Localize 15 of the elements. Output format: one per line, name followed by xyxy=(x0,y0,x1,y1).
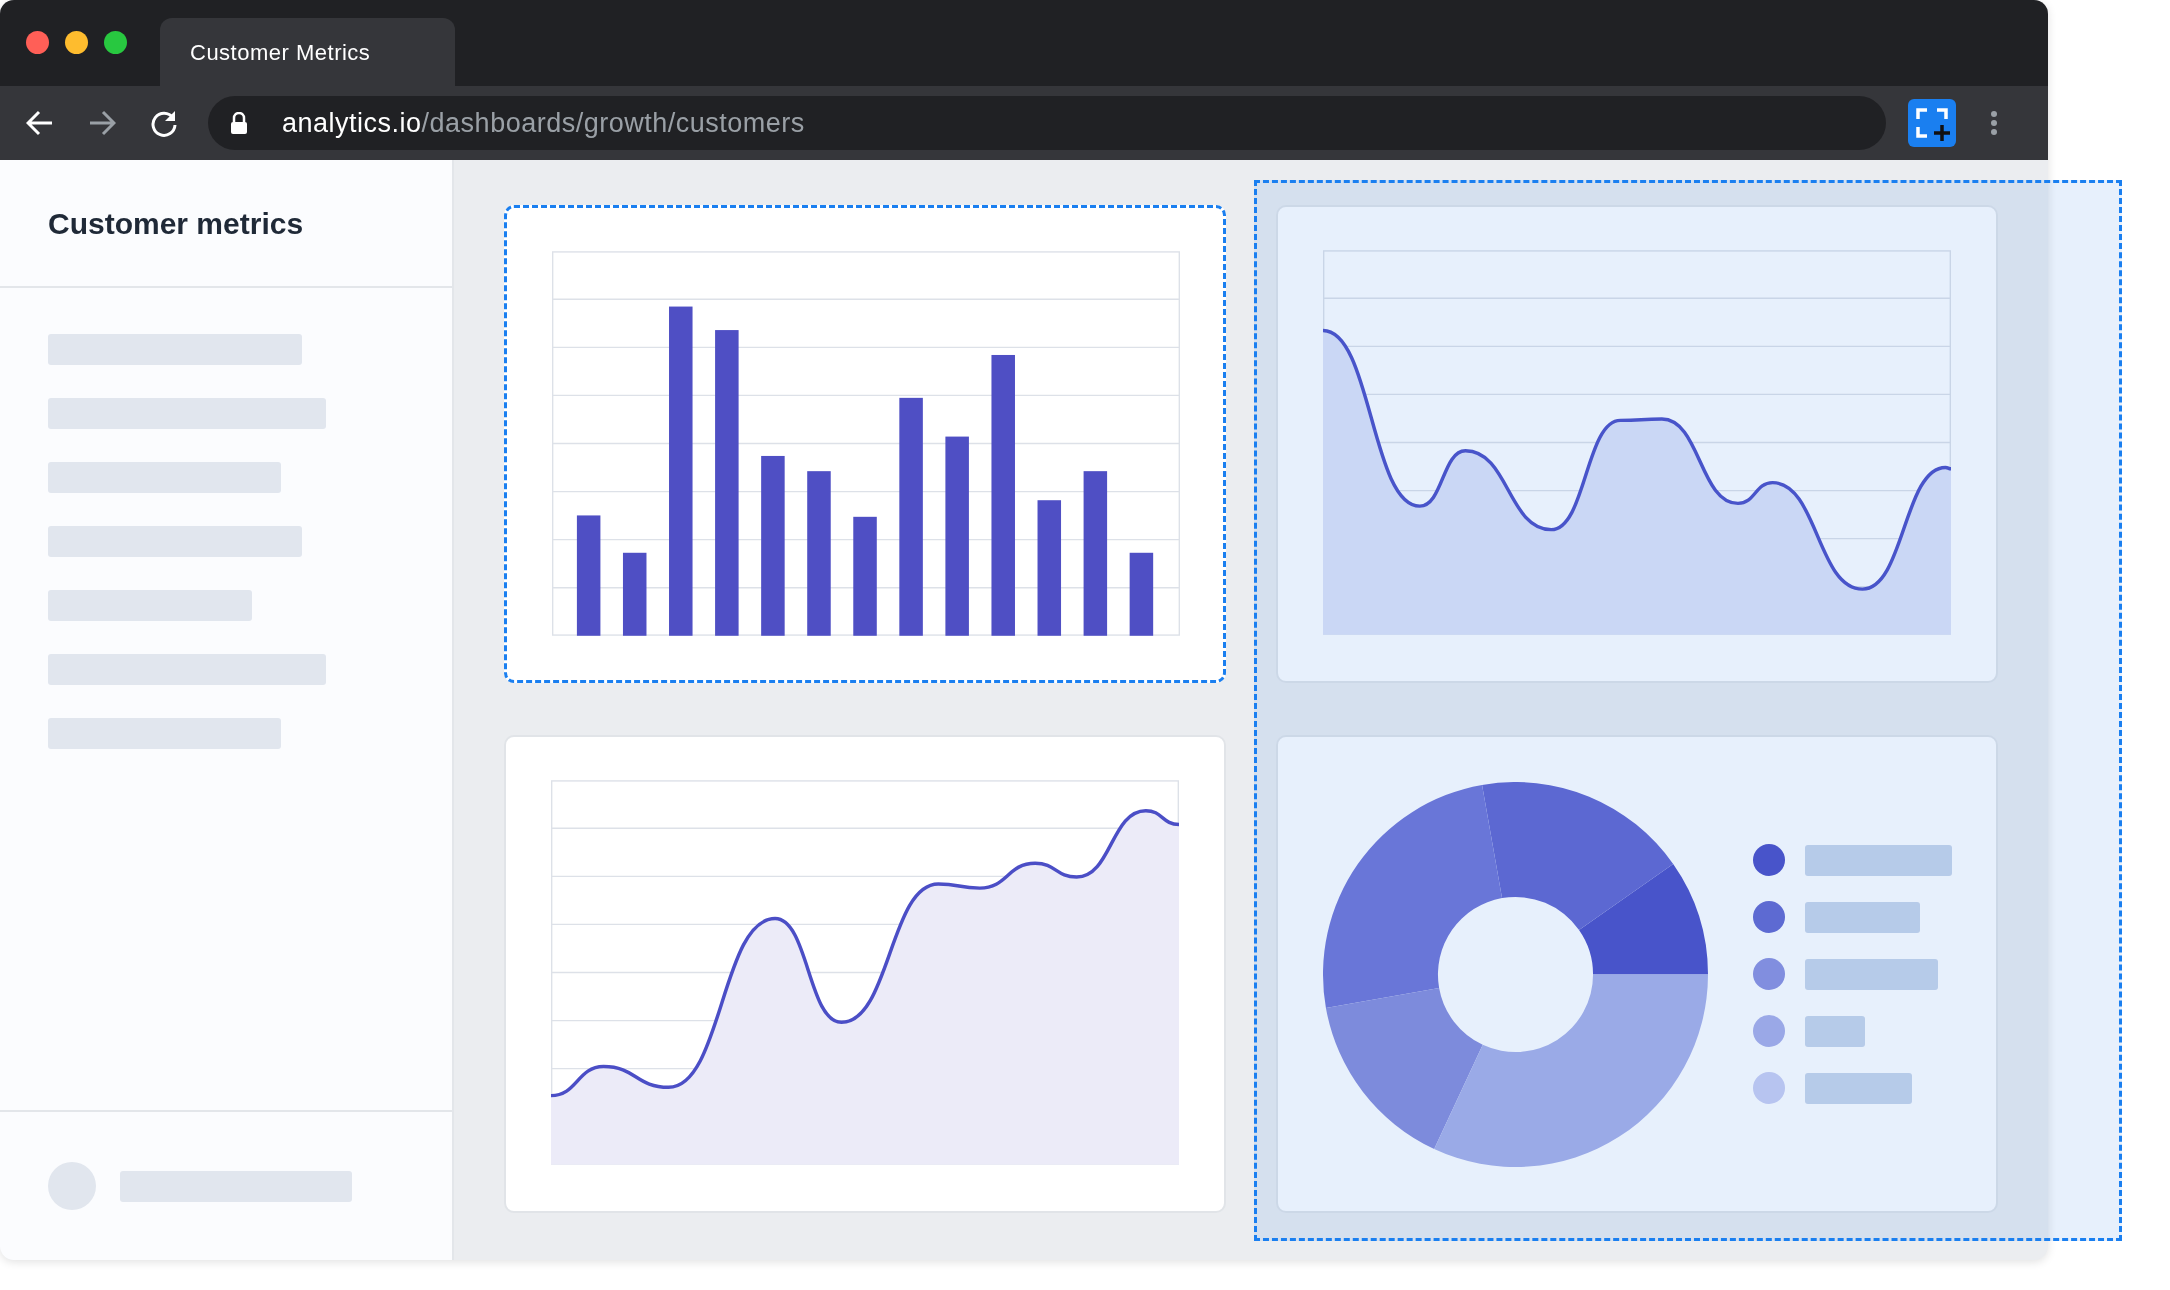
minimize-window-icon[interactable] xyxy=(65,30,88,54)
close-window-icon[interactable] xyxy=(26,30,49,54)
menu-icon[interactable] xyxy=(1990,110,1998,136)
avatar-placeholder xyxy=(48,1162,96,1210)
url-text: analytics.io/dashboards/growth/customers xyxy=(282,106,805,140)
browser-tab[interactable]: Customer Metrics xyxy=(160,18,455,86)
lock-icon xyxy=(230,112,248,134)
screenshot-extension-icon[interactable] xyxy=(1908,99,1956,147)
reload-icon[interactable] xyxy=(150,109,178,137)
sidebar-title: Customer metrics xyxy=(48,205,304,242)
forward-icon[interactable] xyxy=(88,110,116,136)
back-icon[interactable] xyxy=(26,110,54,136)
maximize-window-icon[interactable] xyxy=(104,30,127,54)
address-bar[interactable]: analytics.io/dashboards/growth/customers xyxy=(208,96,1886,150)
text-placeholder xyxy=(1805,1015,1865,1047)
